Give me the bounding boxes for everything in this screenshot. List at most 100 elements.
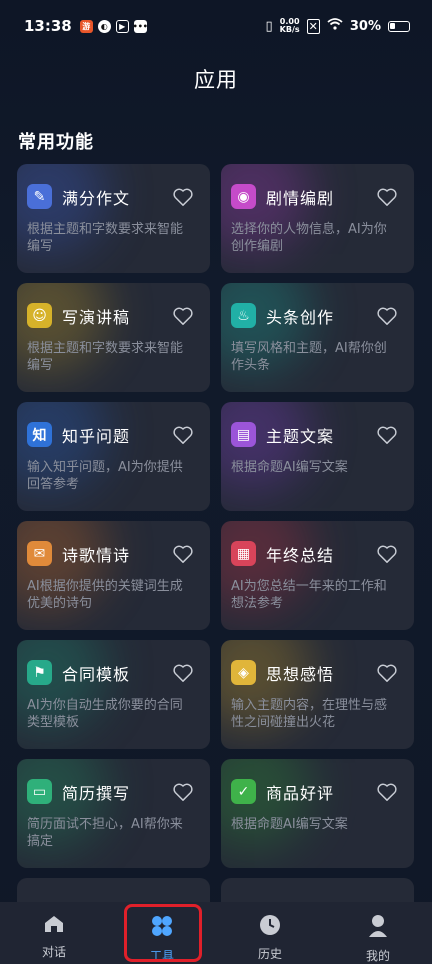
- nav-label: 我的: [365, 949, 390, 963]
- favorite-heart-icon[interactable]: [172, 782, 194, 802]
- status-bar: 13:38 游 ◐ ▶ ••• ▯ 0.00 KB/s ✕ 30%: [0, 0, 432, 52]
- vibrate-icon: ▯: [265, 18, 273, 34]
- card-description: 输入知乎问题，AI为你提供回答参考: [27, 460, 183, 492]
- battery-percent: 30%: [349, 18, 381, 34]
- net-speed: 0.00 KB/s: [280, 18, 300, 34]
- nav-label: 工具: [149, 949, 174, 963]
- status-time: 13:38: [24, 17, 72, 35]
- chat-bulb-icon: ◈: [231, 660, 256, 685]
- feature-grid: ✎ 满分作文 根据主题和字数要求来智能编写 ◉ 剧情编剧 选择你的人物信息，AI…: [17, 164, 415, 868]
- nav-item-clock[interactable]: 历史: [216, 902, 324, 964]
- card-title: 满分作文: [62, 188, 131, 208]
- favorite-heart-icon[interactable]: [172, 306, 194, 326]
- card-glow: [221, 402, 311, 492]
- speaker-person-icon: ☺: [27, 303, 52, 328]
- card-head: ◈ 思想感悟: [231, 660, 398, 685]
- favorite-heart-icon[interactable]: [376, 306, 398, 326]
- card-head: ✉ 诗歌情诗: [27, 541, 194, 566]
- nav-label: 对话: [41, 945, 66, 959]
- id-card-icon: ▭: [27, 779, 52, 804]
- card-head: ☺ 写演讲稿: [27, 303, 194, 328]
- feature-card[interactable]: ◉ 剧情编剧 选择你的人物信息，AI为你创作编剧: [221, 164, 414, 273]
- feature-card[interactable]: ▤ 主题文案 根据命题AI编写文案: [221, 402, 414, 511]
- card-description: 填写风格和主题，AI帮你创作头条: [231, 341, 387, 373]
- card-head: ▤ 主题文案: [231, 422, 398, 447]
- card-title: 剧情编剧: [266, 188, 335, 208]
- favorite-heart-icon[interactable]: [172, 663, 194, 683]
- card-title: 年终总结: [266, 545, 335, 565]
- card-description: 根据命题AI编写文案: [231, 817, 348, 832]
- feature-card[interactable]: ⚑ 合同模板 AI为你自动生成你要的合同类型模板: [17, 640, 210, 749]
- card-head: ▭ 简历撰写: [27, 779, 194, 804]
- feature-card[interactable]: ✓ 商品好评 根据命题AI编写文案: [221, 759, 414, 868]
- card-title: 知乎问题: [62, 426, 131, 446]
- card-glow: [221, 759, 311, 849]
- clock-icon: [259, 914, 281, 939]
- favorite-heart-icon[interactable]: [172, 187, 194, 207]
- card-title: 简历撰写: [62, 783, 131, 803]
- favorite-heart-icon[interactable]: [172, 425, 194, 445]
- favorite-heart-icon[interactable]: [376, 187, 398, 207]
- report-icon: ▦: [231, 541, 256, 566]
- printer-icon: ▤: [231, 422, 256, 447]
- favorite-heart-icon[interactable]: [172, 544, 194, 564]
- card-head: ▦ 年终总结: [231, 541, 398, 566]
- bottom-nav: 对话 工具 历史 我的: [0, 902, 432, 964]
- feature-card[interactable]: ◈ 思想感悟 输入主题内容，在理性与感性之间碰撞出火花: [221, 640, 414, 749]
- card-head: ♨ 头条创作: [231, 303, 398, 328]
- feature-card[interactable]: ✉ 诗歌情诗 AI根据你提供的关键词生成优美的诗句: [17, 521, 210, 630]
- card-head: ✎ 满分作文: [27, 184, 194, 209]
- card-description: AI为你自动生成你要的合同类型模板: [27, 698, 183, 730]
- partial-card[interactable]: [17, 878, 210, 904]
- feature-card[interactable]: ▭ 简历撰写 简历面试不担心，AI帮你来搞定: [17, 759, 210, 868]
- card-description: 输入主题内容，在理性与感性之间碰撞出火花: [231, 698, 388, 730]
- app-notification-icon: 游: [79, 19, 93, 33]
- feature-card[interactable]: ♨ 头条创作 填写风格和主题，AI帮你创作头条: [221, 283, 414, 392]
- envelope-heart-icon: ✉: [27, 541, 52, 566]
- card-title: 诗歌情诗: [62, 545, 131, 565]
- feature-card[interactable]: ✎ 满分作文 根据主题和字数要求来智能编写: [17, 164, 210, 273]
- favorite-heart-icon[interactable]: [376, 782, 398, 802]
- section-title: 常用功能: [18, 132, 94, 153]
- card-head: ✓ 商品好评: [231, 779, 398, 804]
- stamp-icon: ⚑: [27, 660, 52, 685]
- zhihu-icon: 知: [27, 422, 52, 447]
- card-description: AI为您总结一年来的工作和想法参考: [231, 579, 387, 611]
- card-title: 商品好评: [266, 783, 335, 803]
- gamepad-icon: ◉: [231, 184, 256, 209]
- card-description: AI根据你提供的关键词生成优美的诗句: [27, 579, 183, 611]
- card-title: 思想感悟: [266, 664, 335, 684]
- more-notification-icon: •••: [132, 19, 148, 33]
- user-icon: [367, 914, 389, 941]
- favorite-heart-icon[interactable]: [376, 544, 398, 564]
- card-head: ◉ 剧情编剧: [231, 184, 398, 209]
- partial-card[interactable]: [221, 878, 414, 904]
- leaf-notification-icon: ◐: [97, 19, 111, 33]
- no-sim-icon: ✕: [306, 18, 320, 34]
- page-title: 应用: [194, 68, 238, 92]
- nav-item-clover[interactable]: 工具: [108, 902, 216, 964]
- feature-card[interactable]: ☺ 写演讲稿 根据主题和字数要求来智能编写: [17, 283, 210, 392]
- favorite-heart-icon[interactable]: [376, 425, 398, 445]
- wifi-icon: [327, 18, 343, 34]
- card-head: ⚑ 合同模板: [27, 660, 194, 685]
- flame-icon: ♨: [231, 303, 256, 328]
- card-description: 选择你的人物信息，AI为你创作编剧: [231, 222, 387, 254]
- net-speed-unit: KB/s: [279, 25, 300, 34]
- partial-card-row: [17, 878, 415, 904]
- feature-card[interactable]: 知 知乎问题 输入知乎问题，AI为你提供回答参考: [17, 402, 210, 511]
- card-description: 根据命题AI编写文案: [231, 460, 348, 475]
- thumbs-up-icon: ✓: [231, 779, 256, 804]
- nav-item-home[interactable]: 对话: [0, 902, 108, 964]
- nav-item-user[interactable]: 我的: [324, 902, 432, 964]
- feature-card[interactable]: ▦ 年终总结 AI为您总结一年来的工作和想法参考: [221, 521, 414, 630]
- status-right: ▯ 0.00 KB/s ✕ 30%: [266, 18, 410, 34]
- clover-icon: [150, 914, 174, 941]
- card-description: 根据主题和字数要求来智能编写: [27, 222, 184, 254]
- play-notification-icon: ▶: [115, 19, 129, 33]
- card-description: 根据主题和字数要求来智能编写: [27, 341, 184, 373]
- favorite-heart-icon[interactable]: [376, 663, 398, 683]
- battery-icon: [388, 20, 410, 32]
- card-title: 写演讲稿: [62, 307, 131, 327]
- pencil-doc-icon: ✎: [27, 184, 52, 209]
